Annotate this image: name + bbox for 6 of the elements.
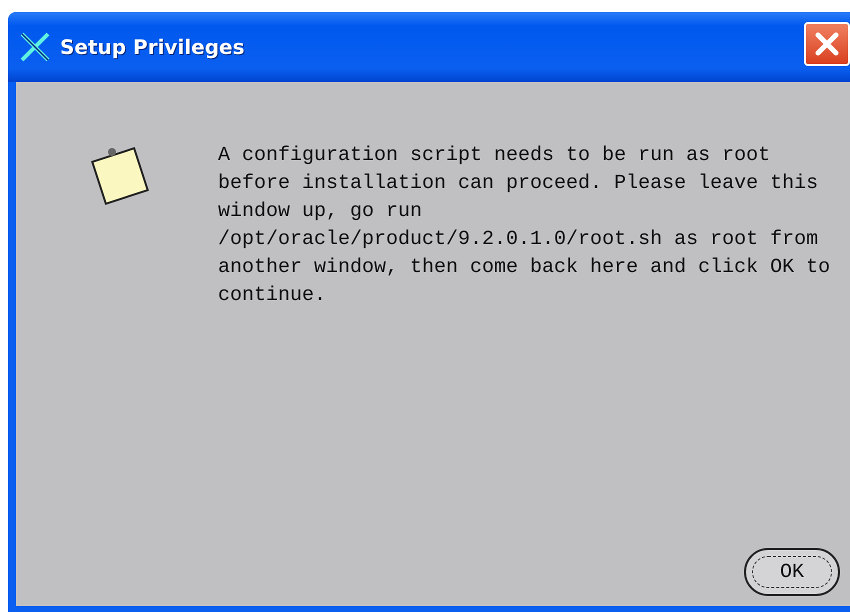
ok-button[interactable]: OK [744, 548, 840, 596]
message-text: A configuration script needs to be run as root before installation can proceed. Please leave this window up, go run /opt/oracle/product/9.2.0.1.0/root.sh as root from another window, then come back here and click OK to continue. [218, 143, 830, 309]
app-icon [18, 30, 52, 64]
close-button[interactable] [804, 22, 850, 66]
close-icon [813, 30, 841, 58]
window-title: Setup Privileges [60, 35, 246, 59]
